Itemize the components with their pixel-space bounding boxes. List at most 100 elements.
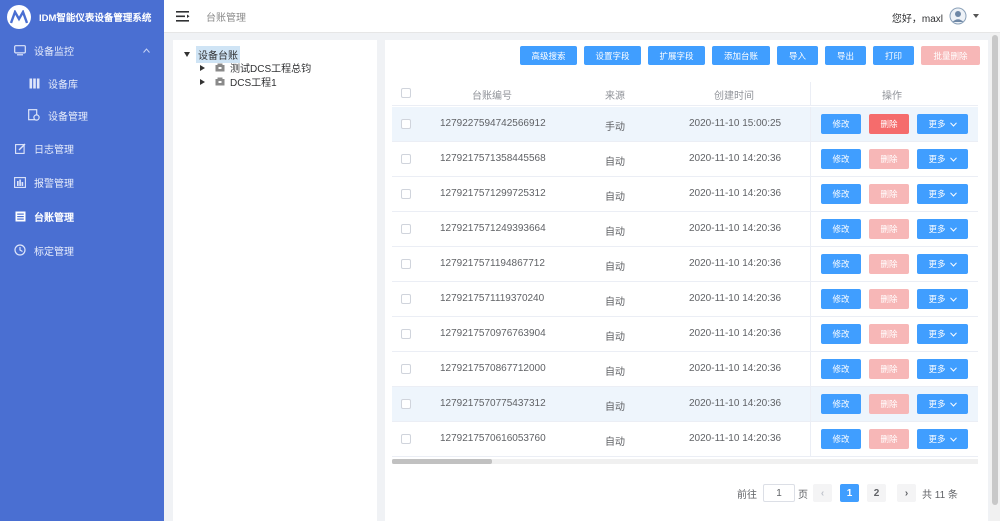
cell-source: 自动: [605, 262, 625, 273]
edit-button[interactable]: 修改: [821, 149, 861, 169]
delete-button[interactable]: 删除: [869, 114, 909, 134]
table-row[interactable]: 1279217570867712000 自动 2020-11-10 14:20:36…: [392, 352, 978, 387]
row-checkbox[interactable]: [401, 154, 411, 164]
table-row[interactable]: 1279217570616053760 自动 2020-11-10 14:20:36…: [392, 422, 978, 457]
delete-button[interactable]: 删除: [869, 289, 909, 309]
page-button-2[interactable]: 2: [867, 484, 886, 502]
next-page-button[interactable]: ›: [897, 484, 916, 502]
more-button[interactable]: 更多: [917, 359, 968, 379]
row-checkbox[interactable]: [401, 119, 411, 129]
cell-created: 2020-11-10 14:20:36: [689, 258, 782, 269]
more-button[interactable]: 更多: [917, 429, 968, 449]
delete-button[interactable]: 删除: [869, 254, 909, 274]
menu-toggle-icon[interactable]: [176, 10, 190, 22]
sidebar-item-device-manage[interactable]: 设备管理: [0, 99, 164, 131]
page-jump-input[interactable]: 1: [763, 484, 795, 502]
cell-id: 1279227594742566912: [440, 118, 546, 129]
row-checkbox[interactable]: [401, 364, 411, 374]
column-header-id[interactable]: 台账编号: [472, 87, 512, 102]
sidebar-item-alarm-manage[interactable]: 报警管理: [0, 165, 164, 199]
more-button[interactable]: 更多: [917, 149, 968, 169]
export-button[interactable]: 导出: [825, 46, 866, 65]
table-row[interactable]: 1279217570976763904 自动 2020-11-10 14:20:36…: [392, 317, 978, 352]
scroll-thumb[interactable]: [992, 35, 998, 505]
edit-button[interactable]: 修改: [821, 184, 861, 204]
folder-icon: [215, 77, 225, 86]
column-header-source[interactable]: 来源: [605, 87, 625, 102]
more-button[interactable]: 更多: [917, 324, 968, 344]
page-unit-label: 页: [798, 490, 808, 501]
edit-button[interactable]: 修改: [821, 219, 861, 239]
table-row[interactable]: 1279217571299725312 自动 2020-11-10 14:20:36…: [392, 177, 978, 212]
table-row[interactable]: 1279227594742566912 手动 2020-11-10 15:00:25…: [392, 107, 978, 142]
row-checkbox[interactable]: [401, 224, 411, 234]
expand-right-icon[interactable]: [200, 78, 205, 85]
row-checkbox[interactable]: [401, 329, 411, 339]
tree-node-child[interactable]: DCS工程1: [200, 74, 277, 89]
vertical-scrollbar[interactable]: [990, 33, 1000, 521]
table-row[interactable]: 1279217571119370240 自动 2020-11-10 14:20:36…: [392, 282, 978, 317]
table-row[interactable]: 1279217571358445568 自动 2020-11-10 14:20:36…: [392, 142, 978, 177]
set-field-button[interactable]: 设置字段: [584, 46, 641, 65]
edit-button[interactable]: 修改: [821, 289, 861, 309]
delete-button[interactable]: 删除: [869, 324, 909, 344]
sidebar-item-device-library[interactable]: 设备库: [0, 67, 164, 99]
row-checkbox[interactable]: [401, 259, 411, 269]
sidebar-item-log-manage[interactable]: 日志管理: [0, 131, 164, 165]
more-button[interactable]: 更多: [917, 184, 968, 204]
cell-id: 1279217571249393664: [440, 223, 546, 234]
prev-page-button[interactable]: ‹: [813, 484, 832, 502]
print-button[interactable]: 打印: [873, 46, 914, 65]
delete-button[interactable]: 删除: [869, 359, 909, 379]
avatar[interactable]: [949, 6, 967, 26]
more-button[interactable]: 更多: [917, 289, 968, 309]
delete-button[interactable]: 删除: [869, 429, 909, 449]
column-divider: [810, 212, 811, 246]
user-greeting: 您好，maxl: [891, 14, 943, 25]
cell-source: 自动: [605, 402, 625, 413]
row-checkbox[interactable]: [401, 294, 411, 304]
more-button[interactable]: 更多: [917, 219, 968, 239]
batch-delete-button[interactable]: 批量删除: [921, 46, 980, 65]
scroll-thumb[interactable]: [392, 459, 492, 464]
cell-id: 1279217570976763904: [440, 328, 546, 339]
advanced-search-button[interactable]: 高级搜索: [520, 46, 577, 65]
sidebar-item-ledger-manage[interactable]: 台账管理: [0, 199, 164, 233]
row-checkbox[interactable]: [401, 399, 411, 409]
edit-button[interactable]: 修改: [821, 359, 861, 379]
sidebar-item-device-monitor[interactable]: 设备监控: [0, 33, 164, 67]
import-button[interactable]: 导入: [777, 46, 818, 65]
tree-node-child[interactable]: 测试DCS工程总钧: [200, 60, 311, 75]
delete-button[interactable]: 删除: [869, 184, 909, 204]
edit-button[interactable]: 修改: [821, 254, 861, 274]
sidebar-item-calibrate-manage[interactable]: 标定管理: [0, 233, 164, 267]
cell-created: 2020-11-10 14:20:36: [689, 433, 782, 444]
goto-label: 前往: [737, 490, 757, 501]
table-row[interactable]: 1279217571194867712 自动 2020-11-10 14:20:36…: [392, 247, 978, 282]
table-row[interactable]: 1279217570775437312 自动 2020-11-10 14:20:36…: [392, 387, 978, 422]
select-all-checkbox[interactable]: [401, 88, 411, 98]
row-checkbox[interactable]: [401, 189, 411, 199]
extend-field-button[interactable]: 扩展字段: [648, 46, 705, 65]
edit-button[interactable]: 修改: [821, 114, 861, 134]
expand-right-icon[interactable]: [200, 64, 205, 71]
horizontal-scrollbar[interactable]: [392, 459, 978, 464]
delete-button[interactable]: 删除: [869, 219, 909, 239]
add-ledger-button[interactable]: 添加台账: [712, 46, 770, 65]
edit-button[interactable]: 修改: [821, 394, 861, 414]
more-button[interactable]: 更多: [917, 394, 968, 414]
total-count: 共 11 条: [922, 490, 958, 501]
edit-button[interactable]: 修改: [821, 429, 861, 449]
row-checkbox[interactable]: [401, 434, 411, 444]
delete-button[interactable]: 删除: [869, 394, 909, 414]
column-header-created[interactable]: 创建时间: [714, 87, 754, 102]
table-row[interactable]: 1279217571249393664 自动 2020-11-10 14:20:36…: [392, 212, 978, 247]
caret-down-icon[interactable]: [973, 14, 979, 18]
breadcrumb[interactable]: 台账管理: [206, 9, 246, 24]
expand-down-icon[interactable]: [184, 52, 190, 57]
more-button[interactable]: 更多: [917, 254, 968, 274]
more-button[interactable]: 更多: [917, 114, 968, 134]
page-button-1[interactable]: 1: [840, 484, 859, 502]
edit-button[interactable]: 修改: [821, 324, 861, 344]
delete-button[interactable]: 删除: [869, 149, 909, 169]
